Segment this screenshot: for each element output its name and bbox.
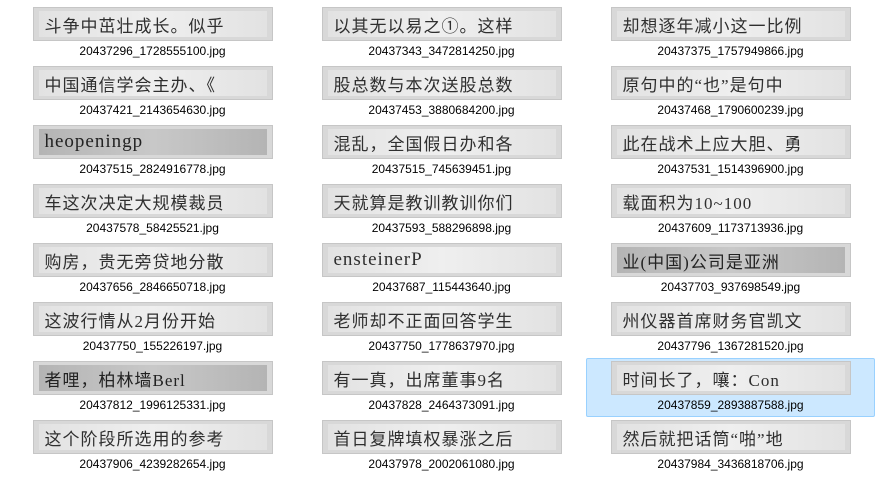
thumbnail: 购房，贵无旁贷地分散 xyxy=(33,243,273,277)
file-item[interactable]: 州仪器首席财务官凯文 20437796_1367281520.jpg xyxy=(586,299,875,358)
thumbnail-text: ensteinerP xyxy=(328,247,556,273)
file-name-label: 20437978_2002061080.jpg xyxy=(368,457,514,471)
file-name-label: 20437687_115443640.jpg xyxy=(372,280,511,294)
thumbnail-text: heopeningp xyxy=(39,129,267,155)
file-item[interactable]: 混乱，全国假日办和各 20437515_745639451.jpg xyxy=(297,122,586,181)
file-name-label: 20437859_2893887588.jpg xyxy=(657,398,803,412)
file-name-label: 20437812_1996125331.jpg xyxy=(79,398,225,412)
thumbnail-text: 这波行情从2月份开始 xyxy=(39,306,267,332)
file-item[interactable]: 购房，贵无旁贷地分散 20437656_2846650718.jpg xyxy=(8,240,297,299)
thumbnail: 载面积为10~100 xyxy=(611,184,851,218)
file-name-label: 20437453_3880684200.jpg xyxy=(368,103,514,117)
thumbnail: 老师却不正面回答学生 xyxy=(322,302,562,336)
thumbnail-text: 这个阶段所选用的参考 xyxy=(39,424,267,450)
thumbnail-text: 业(中国)公司是亚洲 xyxy=(617,247,845,273)
file-item[interactable]: 老师却不正面回答学生 20437750_1778637970.jpg xyxy=(297,299,586,358)
thumbnail-text: 此在战术上应大胆、勇 xyxy=(617,129,845,155)
file-item[interactable]: 斗争中茁壮成长。似乎 20437296_1728555100.jpg xyxy=(8,4,297,63)
file-item[interactable]: 股总数与本次送股总数 20437453_3880684200.jpg xyxy=(297,63,586,122)
file-item[interactable]: 有一真，出席董事9名 20437828_2464373091.jpg xyxy=(297,358,586,417)
file-name-label: 20437375_1757949866.jpg xyxy=(657,44,803,58)
file-name-label: 20437656_2846650718.jpg xyxy=(79,280,225,294)
thumbnail-text: 购房，贵无旁贷地分散 xyxy=(39,247,267,273)
thumbnail-text: 股总数与本次送股总数 xyxy=(328,70,556,96)
thumbnail-text: 者哩，柏林墙Berl xyxy=(39,365,267,391)
thumbnail: 这波行情从2月份开始 xyxy=(33,302,273,336)
thumbnail: 以其无以易之①。这样 xyxy=(322,7,562,41)
thumbnail: heopeningp xyxy=(33,125,273,159)
thumbnail: 原句中的“也”是句中 xyxy=(611,66,851,100)
file-name-label: 20437578_58425521.jpg xyxy=(86,221,219,235)
file-item[interactable]: ensteinerP 20437687_115443640.jpg xyxy=(297,240,586,299)
thumbnail: 混乱，全国假日办和各 xyxy=(322,125,562,159)
thumbnail: 然后就把话筒“啪”地 xyxy=(611,420,851,454)
thumbnail: 天就算是教训教训你们 xyxy=(322,184,562,218)
thumbnail-text: 时间长了，嚷：Con xyxy=(617,365,845,391)
thumbnail: 却想逐年减小这一比例 xyxy=(611,7,851,41)
file-item[interactable]: 原句中的“也”是句中 20437468_1790600239.jpg xyxy=(586,63,875,122)
file-name-label: 20437984_3436818706.jpg xyxy=(657,457,803,471)
thumbnail-text: 以其无以易之①。这样 xyxy=(328,11,556,37)
thumbnail: 中国通信学会主办、《 xyxy=(33,66,273,100)
thumbnail: 此在战术上应大胆、勇 xyxy=(611,125,851,159)
thumbnail-text: 斗争中茁壮成长。似乎 xyxy=(39,11,267,37)
file-item[interactable]: 这个阶段所选用的参考 20437906_4239282654.jpg xyxy=(8,417,297,476)
thumbnail: 股总数与本次送股总数 xyxy=(322,66,562,100)
file-name-label: 20437421_2143654630.jpg xyxy=(79,103,225,117)
thumbnail: 业(中国)公司是亚洲 xyxy=(611,243,851,277)
thumbnail-text: 有一真，出席董事9名 xyxy=(328,365,556,391)
file-name-label: 20437515_745639451.jpg xyxy=(372,162,511,176)
file-item[interactable]: 车这次决定大规模裁员 20437578_58425521.jpg xyxy=(8,181,297,240)
thumbnail-text: 车这次决定大规模裁员 xyxy=(39,188,267,214)
file-item[interactable]: 这波行情从2月份开始 20437750_155226197.jpg xyxy=(8,299,297,358)
thumbnail-text: 老师却不正面回答学生 xyxy=(328,306,556,332)
file-name-label: 20437468_1790600239.jpg xyxy=(657,103,803,117)
file-name-label: 20437296_1728555100.jpg xyxy=(79,44,225,58)
thumbnail-text: 原句中的“也”是句中 xyxy=(617,70,845,96)
thumbnail: 车这次决定大规模裁员 xyxy=(33,184,273,218)
thumbnail-text: 却想逐年减小这一比例 xyxy=(617,11,845,37)
thumbnail-text: 中国通信学会主办、《 xyxy=(39,70,267,96)
thumbnail-text: 首日复牌填权暴涨之后 xyxy=(328,424,556,450)
thumbnail-text: 天就算是教训教训你们 xyxy=(328,188,556,214)
file-item[interactable]: 首日复牌填权暴涨之后 20437978_2002061080.jpg xyxy=(297,417,586,476)
thumbnail-text: 然后就把话筒“啪”地 xyxy=(617,424,845,450)
file-name-label: 20437609_1173713936.jpg xyxy=(658,221,803,235)
file-name-label: 20437593_588296898.jpg xyxy=(372,221,511,235)
thumbnail-text: 州仪器首席财务官凯文 xyxy=(617,306,845,332)
thumbnail: 者哩，柏林墙Berl xyxy=(33,361,273,395)
file-item[interactable]: 然后就把话筒“啪”地 20437984_3436818706.jpg xyxy=(586,417,875,476)
file-name-label: 20437343_3472814250.jpg xyxy=(368,44,514,58)
file-item[interactable]: 者哩，柏林墙Berl 20437812_1996125331.jpg xyxy=(8,358,297,417)
file-item[interactable]: 天就算是教训教训你们 20437593_588296898.jpg xyxy=(297,181,586,240)
file-name-label: 20437750_155226197.jpg xyxy=(83,339,222,353)
file-name-label: 20437750_1778637970.jpg xyxy=(368,339,514,353)
file-name-label: 20437515_2824916778.jpg xyxy=(79,162,225,176)
thumbnail: 州仪器首席财务官凯文 xyxy=(611,302,851,336)
file-item[interactable]: 却想逐年减小这一比例 20437375_1757949866.jpg xyxy=(586,4,875,63)
thumbnail: 这个阶段所选用的参考 xyxy=(33,420,273,454)
thumbnail: 有一真，出席董事9名 xyxy=(322,361,562,395)
file-item[interactable]: 时间长了，嚷：Con 20437859_2893887588.jpg xyxy=(586,358,875,417)
thumbnail-text: 载面积为10~100 xyxy=(617,188,845,214)
thumbnail: 时间长了，嚷：Con xyxy=(611,361,851,395)
file-name-label: 20437531_1514396900.jpg xyxy=(657,162,803,176)
file-item[interactable]: 中国通信学会主办、《 20437421_2143654630.jpg xyxy=(8,63,297,122)
thumbnail: 首日复牌填权暴涨之后 xyxy=(322,420,562,454)
file-name-label: 20437906_4239282654.jpg xyxy=(79,457,225,471)
file-item[interactable]: 业(中国)公司是亚洲 20437703_937698549.jpg xyxy=(586,240,875,299)
thumbnail-grid: 斗争中茁壮成长。似乎 20437296_1728555100.jpg 以其无以易之①… xyxy=(0,0,883,480)
file-item[interactable]: heopeningp 20437515_2824916778.jpg xyxy=(8,122,297,181)
file-item[interactable]: 以其无以易之①。这样 20437343_3472814250.jpg xyxy=(297,4,586,63)
file-name-label: 20437703_937698549.jpg xyxy=(661,280,800,294)
thumbnail: 斗争中茁壮成长。似乎 xyxy=(33,7,273,41)
file-item[interactable]: 载面积为10~100 20437609_1173713936.jpg xyxy=(586,181,875,240)
file-name-label: 20437796_1367281520.jpg xyxy=(657,339,803,353)
thumbnail: ensteinerP xyxy=(322,243,562,277)
thumbnail-text: 混乱，全国假日办和各 xyxy=(328,129,556,155)
file-name-label: 20437828_2464373091.jpg xyxy=(368,398,514,412)
file-item[interactable]: 此在战术上应大胆、勇 20437531_1514396900.jpg xyxy=(586,122,875,181)
